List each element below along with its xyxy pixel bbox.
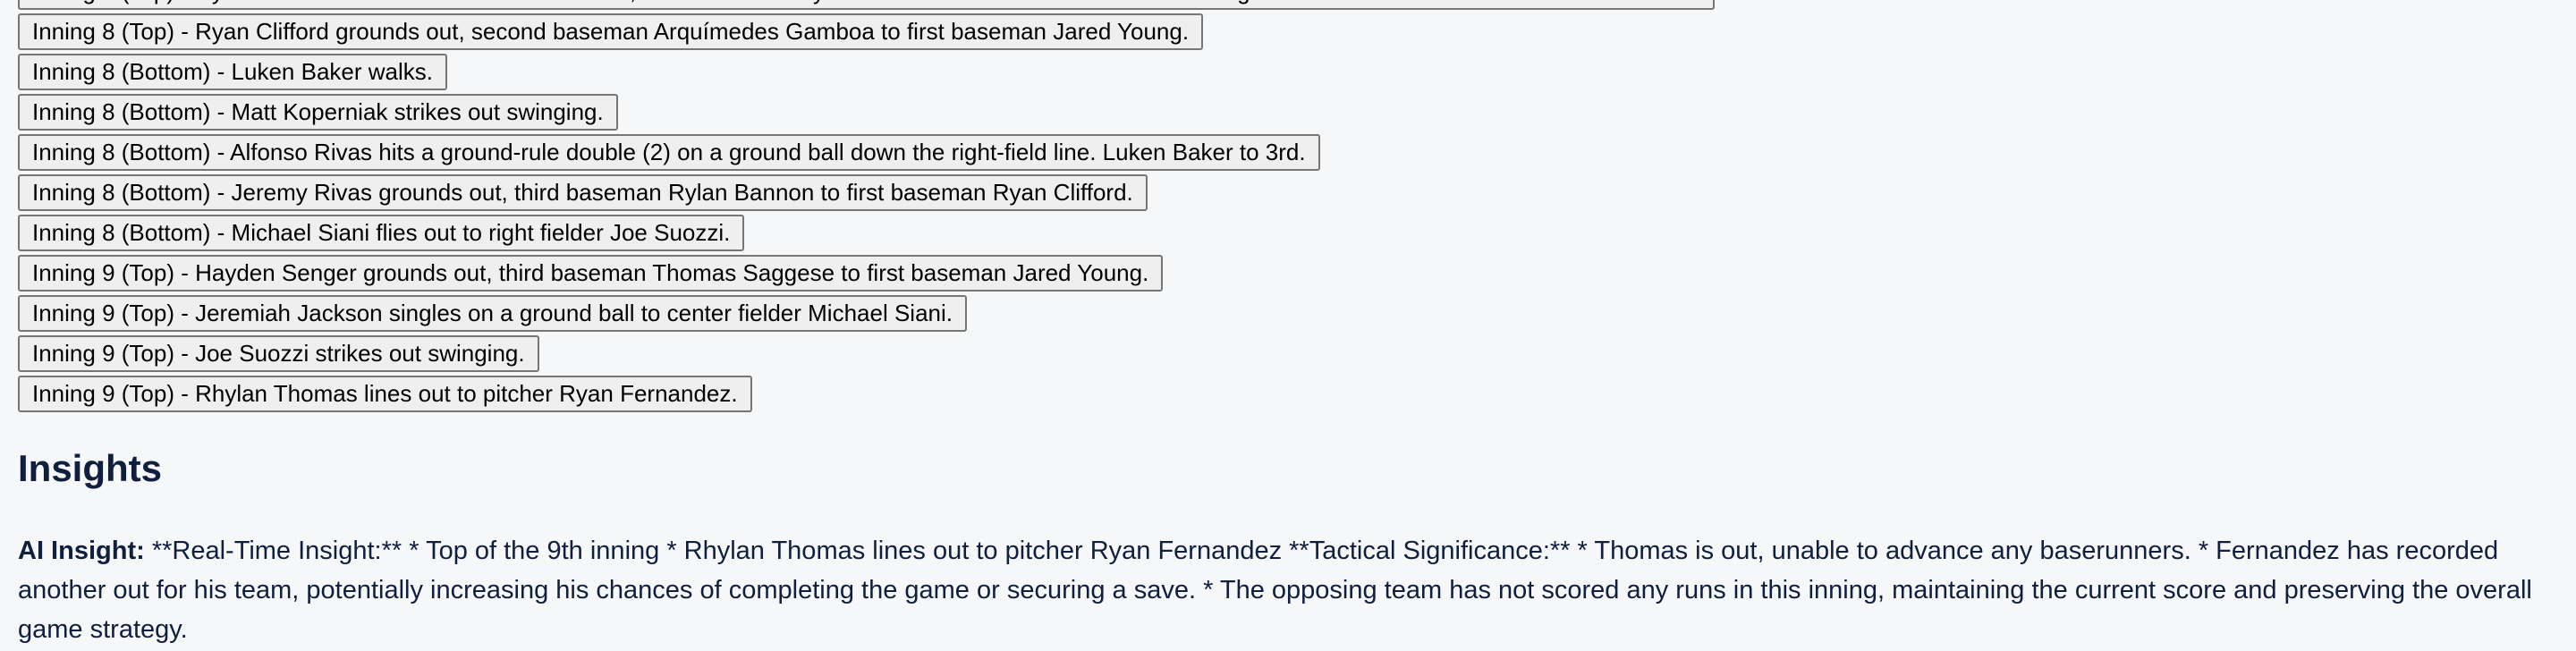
play-button[interactable]: Inning 9 (Top) - Hayden Senger grounds o… xyxy=(18,255,1164,292)
ai-insight-text: **Real-Time Insight:** * Top of the 9th … xyxy=(18,537,2532,644)
play-button[interactable]: Inning 8 (Top) - Ryan Clifford reaches o… xyxy=(18,0,1715,10)
play-button[interactable]: Inning 9 (Top) - Joe Suozzi strikes out … xyxy=(18,335,539,372)
play-button[interactable]: Inning 8 (Bottom) - Jeremy Rivas grounds… xyxy=(18,174,1148,211)
play-button[interactable]: Inning 8 (Bottom) - Michael Siani flies … xyxy=(18,215,745,251)
insights-heading: Insights xyxy=(18,447,163,489)
play-button[interactable]: Inning 8 (Bottom) - Matt Koperniak strik… xyxy=(18,94,618,131)
play-button[interactable]: Inning 8 (Top) - Ryan Clifford grounds o… xyxy=(18,13,1204,50)
play-button[interactable]: Inning 8 (Bottom) - Alfonso Rivas hits a… xyxy=(18,134,1320,171)
ai-insight-label: AI Insight: xyxy=(18,537,145,565)
ai-insight-paragraph: AI Insight: **Real-Time Insight:** * Top… xyxy=(18,531,2563,649)
play-button[interactable]: Inning 9 (Top) - Rhylan Thomas lines out… xyxy=(18,376,752,412)
play-by-play-list: Inning 8 (Top) - Ryan Clifford reaches o… xyxy=(18,0,2558,416)
play-button[interactable]: Inning 9 (Top) - Jeremiah Jackson single… xyxy=(18,295,967,332)
play-button[interactable]: Inning 8 (Bottom) - Luken Baker walks. xyxy=(18,54,447,90)
